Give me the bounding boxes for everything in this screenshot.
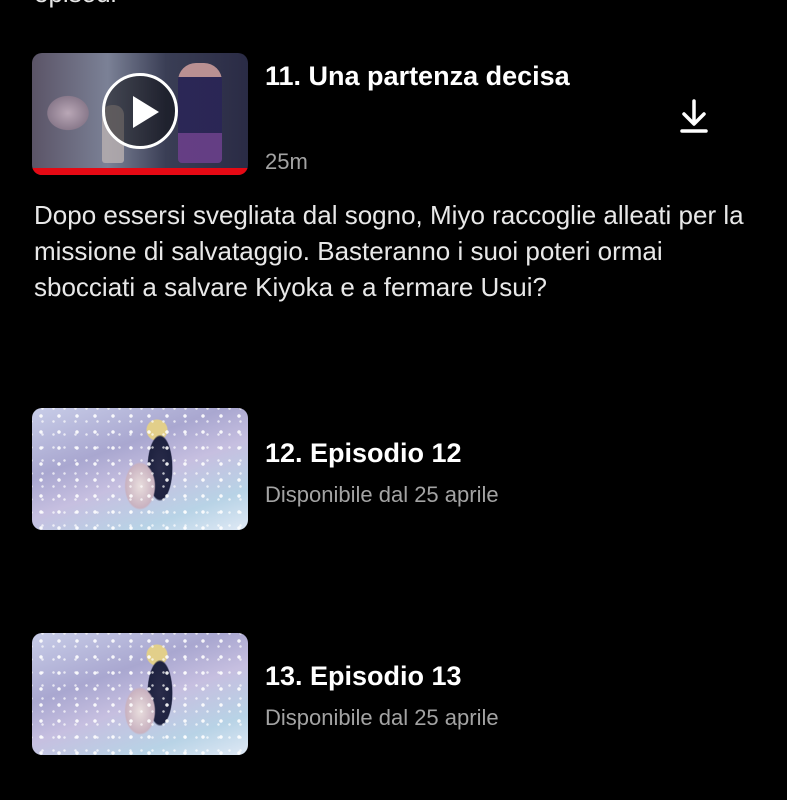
episode-availability: Disponibile dal 25 aprile [265,705,499,730]
episode-title: 12. Episodio 12 [265,438,462,468]
thumbnail-snow [32,633,248,755]
watch-progress-bar [32,168,248,175]
episode-duration: 25m [265,149,308,174]
episode-title: 11. Una partenza decisa [265,61,570,91]
play-icon[interactable] [102,73,178,149]
episode-row-12[interactable]: 12. Episodio 12 Disponibile dal 25 april… [32,408,752,530]
episode-title: 13. Episodio 13 [265,661,462,691]
download-button[interactable] [676,97,712,137]
episode-thumbnail[interactable] [32,53,248,175]
episode-description: Dopo essersi svegliata dal sogno, Miyo r… [34,200,744,302]
thumbnail-character [178,63,222,163]
watch-progress-fill [32,168,248,175]
episode-thumbnail[interactable] [32,408,248,530]
episode-row-11[interactable]: 11. Una partenza decisa 25m [32,53,752,175]
section-heading-partial: episodi [34,0,116,9]
episode-row-13[interactable]: 13. Episodio 13 Disponibile dal 25 april… [32,633,752,755]
thumbnail-snow [32,408,248,530]
episode-thumbnail[interactable] [32,633,248,755]
download-icon [680,99,708,133]
episode-availability: Disponibile dal 25 aprile [265,482,499,507]
